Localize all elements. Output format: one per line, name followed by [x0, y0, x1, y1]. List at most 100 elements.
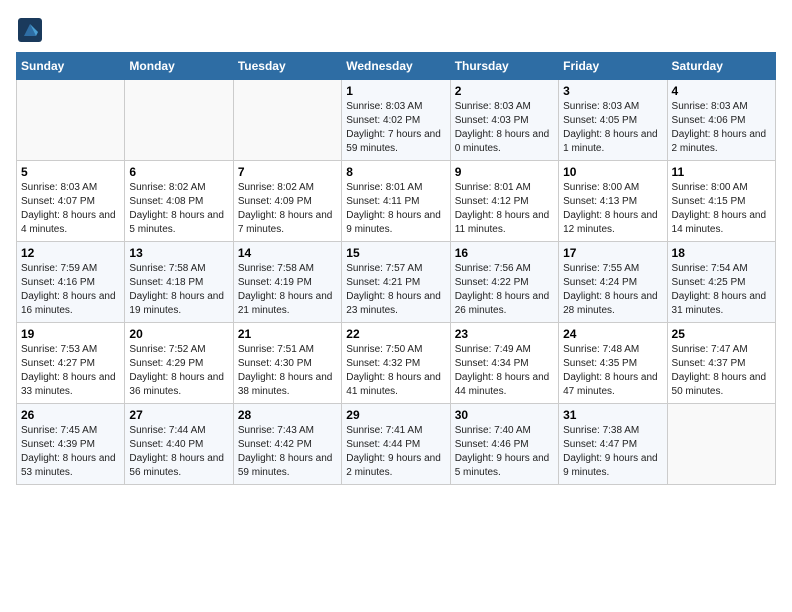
day-info: Sunrise: 8:00 AMSunset: 4:13 PMDaylight:…: [563, 181, 662, 237]
day-number: 3: [563, 84, 662, 98]
day-number: 28: [238, 408, 337, 422]
day-info: Sunrise: 7:50 AMSunset: 4:32 PMDaylight:…: [346, 343, 445, 399]
day-info: Sunrise: 7:48 AMSunset: 4:35 PMDaylight:…: [563, 343, 662, 399]
day-number: 10: [563, 165, 662, 179]
day-number: 9: [455, 165, 554, 179]
calendar-cell: 16 Sunrise: 7:56 AMSunset: 4:22 PMDayligh…: [450, 242, 558, 323]
calendar-header: SundayMondayTuesdayWednesdayThursdayFrid…: [17, 53, 776, 80]
day-info: Sunrise: 7:58 AMSunset: 4:18 PMDaylight:…: [129, 262, 228, 318]
weekday-header-saturday: Saturday: [667, 53, 775, 80]
calendar-cell: 21 Sunrise: 7:51 AMSunset: 4:30 PMDayligh…: [233, 323, 341, 404]
calendar-cell: 27 Sunrise: 7:44 AMSunset: 4:40 PMDayligh…: [125, 404, 233, 485]
day-number: 26: [21, 408, 120, 422]
day-number: 18: [672, 246, 771, 260]
calendar-cell: 5Sunrise: 8:03 AMSunset: 4:07 PMDaylight…: [17, 161, 125, 242]
calendar-cell: 24 Sunrise: 7:48 AMSunset: 4:35 PMDayligh…: [559, 323, 667, 404]
calendar-cell: 6 Sunrise: 8:02 AMSunset: 4:08 PMDaylight…: [125, 161, 233, 242]
calendar-cell: [667, 404, 775, 485]
page-header: [16, 16, 776, 44]
day-info: Sunrise: 7:52 AMSunset: 4:29 PMDaylight:…: [129, 343, 228, 399]
calendar-cell: 9Sunrise: 8:01 AMSunset: 4:12 PMDaylight…: [450, 161, 558, 242]
day-number: 13: [129, 246, 228, 260]
calendar-cell: [17, 80, 125, 161]
calendar-cell: 23 Sunrise: 7:49 AMSunset: 4:34 PMDayligh…: [450, 323, 558, 404]
day-info: Sunrise: 7:47 AMSunset: 4:37 PMDaylight:…: [672, 343, 771, 399]
day-number: 29: [346, 408, 445, 422]
calendar-cell: 28 Sunrise: 7:43 AMSunset: 4:42 PMDayligh…: [233, 404, 341, 485]
calendar-cell: [233, 80, 341, 161]
day-number: 4: [672, 84, 771, 98]
calendar-cell: 29 Sunrise: 7:41 AMSunset: 4:44 PMDayligh…: [342, 404, 450, 485]
day-info: Sunrise: 7:45 AMSunset: 4:39 PMDaylight:…: [21, 424, 120, 480]
calendar-cell: 7 Sunrise: 8:02 AMSunset: 4:09 PMDaylight…: [233, 161, 341, 242]
calendar-cell: 18 Sunrise: 7:54 AMSunset: 4:25 PMDayligh…: [667, 242, 775, 323]
calendar-cell: 4 Sunrise: 8:03 AMSunset: 4:06 PMDaylight…: [667, 80, 775, 161]
calendar-table: SundayMondayTuesdayWednesdayThursdayFrid…: [16, 52, 776, 485]
day-info: Sunrise: 7:53 AMSunset: 4:27 PMDaylight:…: [21, 343, 120, 399]
calendar-week-row: 12Sunrise: 7:59 AMSunset: 4:16 PMDayligh…: [17, 242, 776, 323]
day-info: Sunrise: 8:03 AMSunset: 4:06 PMDaylight:…: [672, 100, 771, 156]
day-number: 19: [21, 327, 120, 341]
calendar-cell: 3 Sunrise: 8:03 AMSunset: 4:05 PMDaylight…: [559, 80, 667, 161]
day-number: 16: [455, 246, 554, 260]
calendar-cell: [125, 80, 233, 161]
calendar-cell: 14Sunrise: 7:58 AMSunset: 4:19 PMDayligh…: [233, 242, 341, 323]
weekday-header-sunday: Sunday: [17, 53, 125, 80]
calendar-cell: 17 Sunrise: 7:55 AMSunset: 4:24 PMDayligh…: [559, 242, 667, 323]
weekday-header-friday: Friday: [559, 53, 667, 80]
day-info: Sunrise: 7:51 AMSunset: 4:30 PMDaylight:…: [238, 343, 337, 399]
weekday-header-tuesday: Tuesday: [233, 53, 341, 80]
calendar-cell: 1Sunrise: 8:03 AMSunset: 4:02 PMDaylight…: [342, 80, 450, 161]
day-number: 20: [129, 327, 228, 341]
weekday-header-thursday: Thursday: [450, 53, 558, 80]
logo: [16, 16, 48, 44]
day-info: Sunrise: 7:54 AMSunset: 4:25 PMDaylight:…: [672, 262, 771, 318]
day-number: 12: [21, 246, 120, 260]
calendar-cell: 10 Sunrise: 8:00 AMSunset: 4:13 PMDayligh…: [559, 161, 667, 242]
weekday-header-row: SundayMondayTuesdayWednesdayThursdayFrid…: [17, 53, 776, 80]
day-info: Sunrise: 7:40 AMSunset: 4:46 PMDaylight:…: [455, 424, 554, 480]
day-number: 25: [672, 327, 771, 341]
day-info: Sunrise: 7:56 AMSunset: 4:22 PMDaylight:…: [455, 262, 554, 318]
day-number: 2: [455, 84, 554, 98]
calendar-body: 1Sunrise: 8:03 AMSunset: 4:02 PMDaylight…: [17, 80, 776, 485]
day-number: 1: [346, 84, 445, 98]
day-info: Sunrise: 7:55 AMSunset: 4:24 PMDaylight:…: [563, 262, 662, 318]
calendar-cell: 19 Sunrise: 7:53 AMSunset: 4:27 PMDayligh…: [17, 323, 125, 404]
calendar-cell: 22Sunrise: 7:50 AMSunset: 4:32 PMDayligh…: [342, 323, 450, 404]
day-info: Sunrise: 7:38 AMSunset: 4:47 PMDaylight:…: [563, 424, 662, 480]
calendar-cell: 31 Sunrise: 7:38 AMSunset: 4:47 PMDayligh…: [559, 404, 667, 485]
calendar-cell: 25 Sunrise: 7:47 AMSunset: 4:37 PMDayligh…: [667, 323, 775, 404]
calendar-cell: 20 Sunrise: 7:52 AMSunset: 4:29 PMDayligh…: [125, 323, 233, 404]
day-number: 31: [563, 408, 662, 422]
calendar-cell: 26 Sunrise: 7:45 AMSunset: 4:39 PMDayligh…: [17, 404, 125, 485]
day-number: 6: [129, 165, 228, 179]
day-number: 14: [238, 246, 337, 260]
calendar-cell: 11Sunrise: 8:00 AMSunset: 4:15 PMDayligh…: [667, 161, 775, 242]
day-info: Sunrise: 8:00 AMSunset: 4:15 PMDaylight:…: [672, 181, 771, 237]
day-info: Sunrise: 8:01 AMSunset: 4:11 PMDaylight:…: [346, 181, 445, 237]
day-number: 24: [563, 327, 662, 341]
day-number: 21: [238, 327, 337, 341]
day-info: Sunrise: 7:43 AMSunset: 4:42 PMDaylight:…: [238, 424, 337, 480]
day-info: Sunrise: 8:02 AMSunset: 4:08 PMDaylight:…: [129, 181, 228, 237]
weekday-header-wednesday: Wednesday: [342, 53, 450, 80]
day-info: Sunrise: 7:57 AMSunset: 4:21 PMDaylight:…: [346, 262, 445, 318]
day-info: Sunrise: 7:44 AMSunset: 4:40 PMDaylight:…: [129, 424, 228, 480]
calendar-cell: 8Sunrise: 8:01 AMSunset: 4:11 PMDaylight…: [342, 161, 450, 242]
day-number: 17: [563, 246, 662, 260]
calendar-cell: 2 Sunrise: 8:03 AMSunset: 4:03 PMDaylight…: [450, 80, 558, 161]
day-info: Sunrise: 8:02 AMSunset: 4:09 PMDaylight:…: [238, 181, 337, 237]
weekday-header-monday: Monday: [125, 53, 233, 80]
day-info: Sunrise: 7:41 AMSunset: 4:44 PMDaylight:…: [346, 424, 445, 480]
calendar-week-row: 19 Sunrise: 7:53 AMSunset: 4:27 PMDayligh…: [17, 323, 776, 404]
calendar-cell: 13 Sunrise: 7:58 AMSunset: 4:18 PMDayligh…: [125, 242, 233, 323]
calendar-week-row: 1Sunrise: 8:03 AMSunset: 4:02 PMDaylight…: [17, 80, 776, 161]
day-number: 27: [129, 408, 228, 422]
day-info: Sunrise: 8:03 AMSunset: 4:07 PMDaylight:…: [21, 181, 120, 237]
day-number: 7: [238, 165, 337, 179]
day-info: Sunrise: 7:49 AMSunset: 4:34 PMDaylight:…: [455, 343, 554, 399]
day-number: 23: [455, 327, 554, 341]
day-info: Sunrise: 8:03 AMSunset: 4:03 PMDaylight:…: [455, 100, 554, 156]
day-info: Sunrise: 8:03 AMSunset: 4:05 PMDaylight:…: [563, 100, 662, 156]
